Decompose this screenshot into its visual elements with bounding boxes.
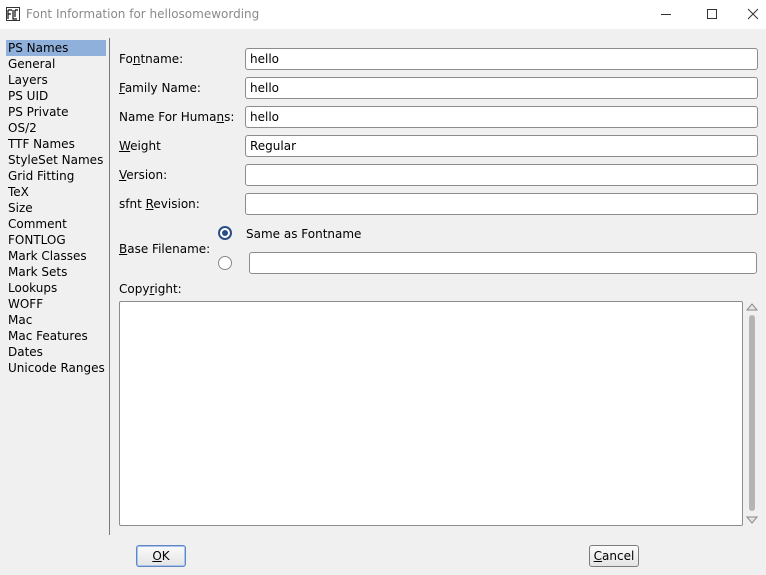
base-filename-label: Base Filename: [119, 242, 211, 256]
sidebar-item-ps-names[interactable]: PS Names [6, 40, 106, 56]
family-name-field[interactable] [245, 77, 758, 99]
sidebar-item-ps-private[interactable]: PS Private [6, 104, 106, 120]
ok-button[interactable]: OK [136, 545, 186, 567]
title-bar: Font Information for hellosomewording [0, 0, 766, 29]
copyright-textarea[interactable] [119, 301, 743, 526]
minimize-button[interactable] [643, 0, 689, 29]
sidebar-item-woff[interactable]: WOFF [6, 296, 106, 312]
version-label: Version: [119, 168, 168, 182]
sidebar-item-lookups[interactable]: Lookups [6, 280, 106, 296]
sidebar-item-grid-fitting[interactable]: Grid Fitting [6, 168, 106, 184]
name-for-humans-field[interactable] [245, 106, 758, 128]
custom-filename-radio[interactable] [218, 256, 232, 270]
family-name-label: Family Name: [119, 81, 201, 95]
fontforge-icon [6, 7, 20, 21]
sidebar-item-comment[interactable]: Comment [6, 216, 106, 232]
maximize-button[interactable] [689, 0, 735, 29]
sidebar-item-unicode-ranges[interactable]: Unicode Ranges [6, 360, 106, 376]
version-field[interactable] [245, 164, 758, 186]
close-button[interactable] [730, 0, 766, 29]
sidebar-item-layers[interactable]: Layers [6, 72, 106, 88]
sidebar-item-size[interactable]: Size [6, 200, 106, 216]
minimize-icon [661, 14, 671, 15]
cancel-button[interactable]: Cancel [589, 545, 639, 567]
sidebar-item-ps-uid[interactable]: PS UID [6, 88, 106, 104]
same-as-fontname-radio[interactable] [218, 226, 232, 240]
sidebar-item-general[interactable]: General [6, 56, 106, 72]
fontname-label: Fontname: [119, 52, 184, 66]
fontname-field[interactable] [245, 48, 758, 70]
window-title: Font Information for hellosomewording [26, 7, 260, 21]
weight-field[interactable] [245, 135, 758, 157]
sidebar-item-mac[interactable]: Mac [6, 312, 106, 328]
sidebar-divider [109, 38, 110, 535]
sidebar-item-fontlog[interactable]: FONTLOG [6, 232, 106, 248]
same-as-fontname-label[interactable]: Same as Fontname [246, 227, 361, 241]
base-filename-field[interactable] [249, 252, 757, 274]
sfnt-revision-label: sfnt Revision: [119, 197, 200, 211]
sidebar-item-dates[interactable]: Dates [6, 344, 106, 360]
weight-label: Weight [119, 139, 161, 153]
sidebar: PS Names General Layers PS UID PS Private OS/… [6, 40, 106, 376]
sidebar-item-tex[interactable]: TeX [6, 184, 106, 200]
close-icon [747, 8, 759, 20]
scroll-thumb[interactable] [749, 315, 755, 511]
name-for-humans-label: Name For Humans: [119, 110, 235, 124]
copyright-label: Copyright: [119, 282, 182, 296]
scroll-down-icon[interactable] [746, 514, 758, 526]
copyright-scrollbar[interactable] [745, 301, 759, 526]
sidebar-item-mark-classes[interactable]: Mark Classes [6, 248, 106, 264]
sidebar-item-mark-sets[interactable]: Mark Sets [6, 264, 106, 280]
maximize-icon [707, 9, 717, 19]
sidebar-item-ttf-names[interactable]: TTF Names [6, 136, 106, 152]
scroll-up-icon[interactable] [746, 301, 758, 313]
sidebar-item-os-2[interactable]: OS/2 [6, 120, 106, 136]
sidebar-item-mac-features[interactable]: Mac Features [6, 328, 106, 344]
sfnt-revision-field[interactable] [245, 193, 758, 215]
sidebar-item-styleset-names[interactable]: StyleSet Names [6, 152, 106, 168]
